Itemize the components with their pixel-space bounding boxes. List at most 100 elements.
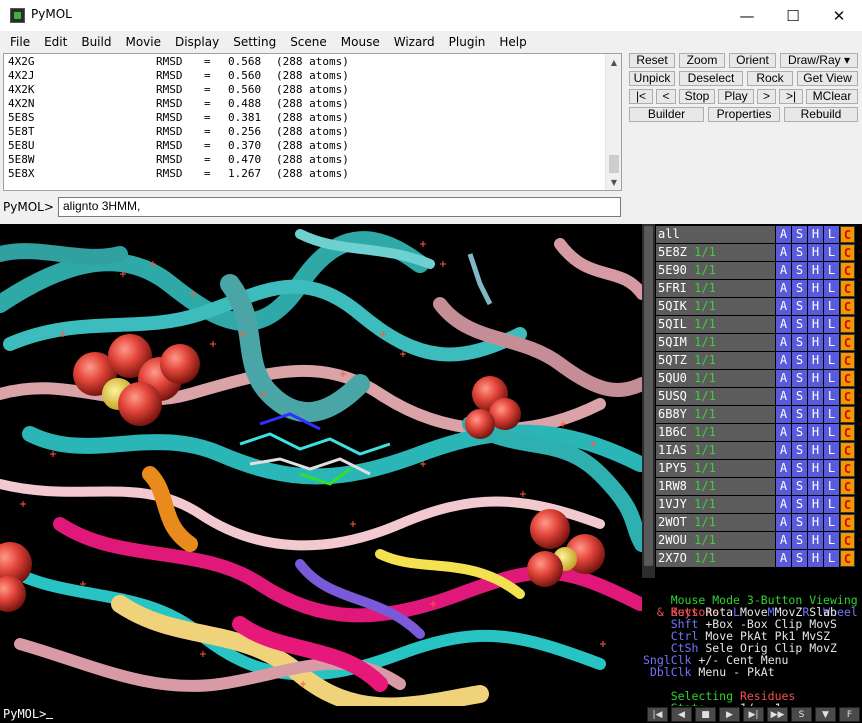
command-input[interactable]: alignto 3HMM, <box>58 197 621 217</box>
object-name-button[interactable]: 5USQ 1/1 <box>656 388 775 405</box>
color-menu-button[interactable]: C <box>840 514 855 531</box>
color-menu-button[interactable]: C <box>840 532 855 549</box>
color-menu-button[interactable]: C <box>840 370 855 387</box>
object-name-button[interactable]: 5QIM 1/1 <box>656 334 775 351</box>
label-menu-button[interactable]: L <box>824 496 839 513</box>
object-name-button[interactable]: 5E90 1/1 <box>656 262 775 279</box>
object-name-button[interactable]: 5E8Z 1/1 <box>656 244 775 261</box>
scroll-up-icon[interactable]: ▲ <box>606 54 621 70</box>
label-menu-button[interactable]: L <box>824 442 839 459</box>
hide-menu-button[interactable]: H <box>808 442 823 459</box>
unpick-button[interactable]: Unpick <box>629 71 675 86</box>
label-menu-button[interactable]: L <box>824 244 839 261</box>
object-name-button[interactable]: all <box>656 226 775 243</box>
object-name-button[interactable]: 1RW8 1/1 <box>656 478 775 495</box>
menu-scene[interactable]: Scene <box>283 32 334 52</box>
label-menu-button[interactable]: L <box>824 316 839 333</box>
action-menu-button[interactable]: A <box>776 460 791 477</box>
color-menu-button[interactable]: C <box>840 280 855 297</box>
scroll-thumb[interactable] <box>609 155 619 173</box>
hide-menu-button[interactable]: H <box>808 352 823 369</box>
object-name-button[interactable]: 1VJY 1/1 <box>656 496 775 513</box>
show-menu-button[interactable]: S <box>792 514 807 531</box>
action-menu-button[interactable]: A <box>776 226 791 243</box>
label-menu-button[interactable]: L <box>824 532 839 549</box>
label-menu-button[interactable]: L <box>824 262 839 279</box>
hide-menu-button[interactable]: H <box>808 550 823 567</box>
color-menu-button[interactable]: C <box>840 442 855 459</box>
full-menu-button[interactable]: ▼ <box>815 707 836 722</box>
action-menu-button[interactable]: A <box>776 244 791 261</box>
show-menu-button[interactable]: S <box>792 460 807 477</box>
action-menu-button[interactable]: A <box>776 532 791 549</box>
action-menu-button[interactable]: A <box>776 478 791 495</box>
menu-display[interactable]: Display <box>168 32 226 52</box>
object-name-button[interactable]: 5FRI 1/1 <box>656 280 775 297</box>
show-menu-button[interactable]: S <box>792 370 807 387</box>
rock-button[interactable]: Rock <box>747 71 793 86</box>
rebuild-button[interactable]: Rebuild <box>784 107 858 122</box>
action-menu-button[interactable]: A <box>776 388 791 405</box>
orient-button[interactable]: Orient <box>729 53 776 68</box>
hide-menu-button[interactable]: H <box>808 298 823 315</box>
label-menu-button[interactable]: L <box>824 424 839 441</box>
color-menu-button[interactable]: C <box>840 226 855 243</box>
label-menu-button[interactable]: L <box>824 370 839 387</box>
maximize-button[interactable]: ☐ <box>770 0 816 31</box>
bottom-command-line[interactable]: PyMOL> <box>3 707 54 721</box>
play-icon[interactable]: ▶ <box>719 707 740 722</box>
color-menu-button[interactable]: C <box>840 352 855 369</box>
show-menu-button[interactable]: S <box>792 280 807 297</box>
action-menu-button[interactable]: A <box>776 262 791 279</box>
color-menu-button[interactable]: C <box>840 478 855 495</box>
hide-menu-button[interactable]: H <box>808 460 823 477</box>
output-log[interactable]: 4X2G RMSD = 0.568 (288 atoms) 4X2J RMSD = 0.560 (… <box>3 53 622 191</box>
label-menu-button[interactable]: L <box>824 478 839 495</box>
object-name-button[interactable]: 1B6C 1/1 <box>656 424 775 441</box>
label-menu-button[interactable]: L <box>824 388 839 405</box>
fullscreen-button[interactable]: F <box>839 707 860 722</box>
action-menu-button[interactable]: A <box>776 298 791 315</box>
action-menu-button[interactable]: A <box>776 406 791 423</box>
last-frame-icon[interactable]: ▶▶ <box>767 707 788 722</box>
hide-menu-button[interactable]: H <box>808 478 823 495</box>
color-menu-button[interactable]: C <box>840 550 855 567</box>
color-menu-button[interactable]: C <box>840 334 855 351</box>
hide-menu-button[interactable]: H <box>808 424 823 441</box>
action-menu-button[interactable]: A <box>776 514 791 531</box>
prev-frame-icon[interactable]: ◀ <box>671 707 692 722</box>
hide-menu-button[interactable]: H <box>808 316 823 333</box>
forward-button[interactable]: > <box>757 89 776 104</box>
color-menu-button[interactable]: C <box>840 388 855 405</box>
hide-menu-button[interactable]: H <box>808 388 823 405</box>
action-menu-button[interactable]: A <box>776 424 791 441</box>
color-menu-button[interactable]: C <box>840 496 855 513</box>
action-menu-button[interactable]: A <box>776 280 791 297</box>
menu-mouse[interactable]: Mouse <box>334 32 387 52</box>
label-menu-button[interactable]: L <box>824 550 839 567</box>
hide-menu-button[interactable]: H <box>808 406 823 423</box>
label-menu-button[interactable]: L <box>824 298 839 315</box>
get-view-button[interactable]: Get View <box>797 71 858 86</box>
show-menu-button[interactable]: S <box>792 532 807 549</box>
object-name-button[interactable]: 6B8Y 1/1 <box>656 406 775 423</box>
object-list-scrollbar[interactable] <box>642 224 655 578</box>
first-frame-icon[interactable]: |◀ <box>647 707 668 722</box>
show-menu-button[interactable]: S <box>792 388 807 405</box>
object-name-button[interactable]: 1PY5 1/1 <box>656 460 775 477</box>
show-menu-button[interactable]: S <box>792 316 807 333</box>
show-menu-button[interactable]: S <box>792 352 807 369</box>
properties-button[interactable]: Properties <box>708 107 780 122</box>
action-menu-button[interactable]: A <box>776 550 791 567</box>
label-menu-button[interactable]: L <box>824 460 839 477</box>
label-menu-button[interactable]: L <box>824 352 839 369</box>
object-name-button[interactable]: 5QU0 1/1 <box>656 370 775 387</box>
action-menu-button[interactable]: A <box>776 370 791 387</box>
color-menu-button[interactable]: C <box>840 424 855 441</box>
reset-button[interactable]: Reset <box>629 53 675 68</box>
action-menu-button[interactable]: A <box>776 316 791 333</box>
hide-menu-button[interactable]: H <box>808 226 823 243</box>
hide-menu-button[interactable]: H <box>808 496 823 513</box>
show-menu-button[interactable]: S <box>792 496 807 513</box>
show-menu-button[interactable]: S <box>792 550 807 567</box>
